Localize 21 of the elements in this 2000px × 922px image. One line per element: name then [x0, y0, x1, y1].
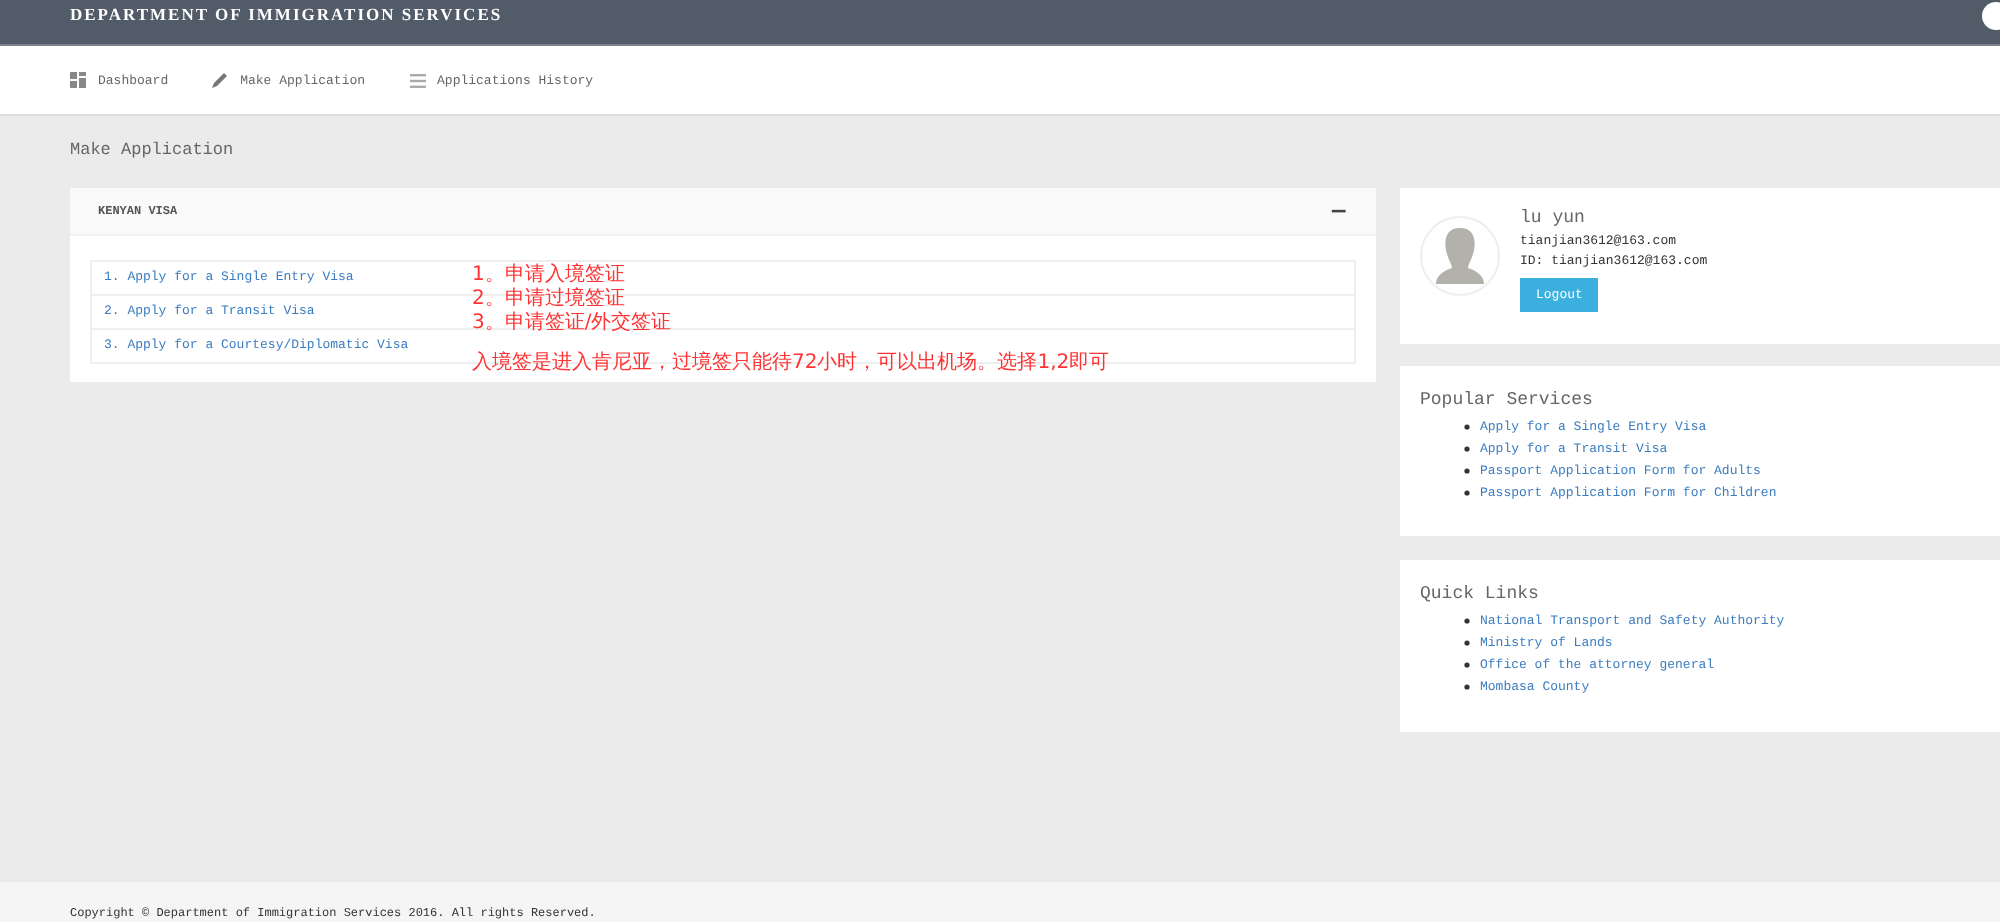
user-name: lu yun: [1520, 208, 1585, 228]
card-title: Quick Links: [1420, 584, 1541, 604]
collapse-button[interactable]: −: [1329, 198, 1348, 224]
bullet-icon: [1464, 662, 1470, 668]
page-title: Make Application: [70, 140, 236, 164]
bullet-icon: [1464, 684, 1470, 690]
bullet-icon: [1464, 618, 1470, 624]
annotation-text: 入境签是进入肯尼亚，过境签只能待72小时，可以出机场。选择1,2即可: [472, 352, 1110, 376]
grid-icon: [70, 72, 86, 88]
bullet-icon: [1464, 490, 1470, 496]
bullet-icon: [1464, 446, 1470, 452]
card-title: Popular Services: [1420, 390, 1595, 410]
bullet-icon: [1464, 424, 1470, 430]
pencil-icon: [212, 72, 229, 88]
list-icon: [409, 73, 426, 87]
bullet-icon: [1464, 640, 1470, 646]
site-title: DEPARTMENT OF IMMIGRATION SERVICES: [70, 3, 503, 23]
annotation-text: 2。申请过境签证: [472, 288, 627, 311]
annotation-text: 1。申请入境签证: [472, 264, 627, 287]
bullet-icon: [1464, 468, 1470, 474]
annotation-text: 3。申请签证/外交签证: [472, 312, 674, 336]
